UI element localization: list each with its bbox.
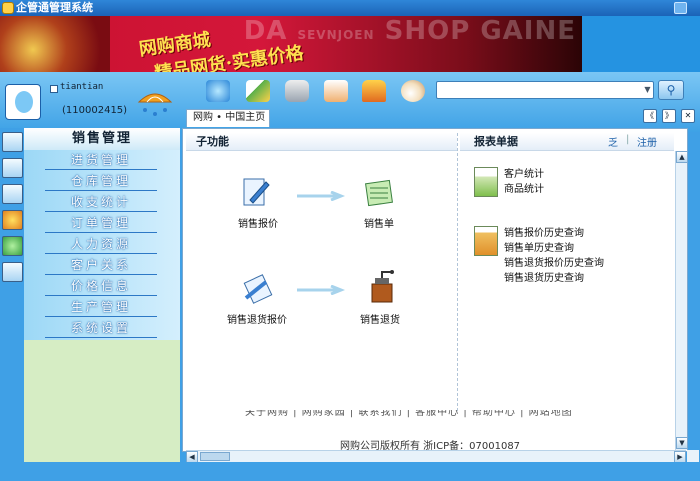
status-checkbox[interactable]: [50, 85, 58, 93]
sidebar-item-hr[interactable]: 人力资源: [45, 235, 157, 254]
copy-icon[interactable]: [2, 184, 23, 204]
minimize-button[interactable]: [674, 2, 687, 14]
search-button[interactable]: ⚲: [658, 80, 684, 100]
prev-button[interactable]: 《: [643, 109, 657, 123]
camera-icon[interactable]: [285, 80, 309, 102]
report-quote-history[interactable]: 销售报价历史查询: [504, 224, 584, 239]
sidebar-item-crm[interactable]: 客户关系: [45, 256, 157, 275]
link-separator: |: [626, 134, 630, 145]
magnifier-icon: ⚲: [666, 83, 676, 97]
sidebar-item-prices[interactable]: 价格信息: [45, 277, 157, 296]
radiation-icon[interactable]: [2, 210, 23, 230]
fn-label-return-quote[interactable]: 销售退货报价: [227, 311, 287, 326]
sidebar-item-purchase[interactable]: 进货管理: [45, 151, 157, 170]
user-name: tiantian: [60, 82, 104, 92]
edit-icon[interactable]: [2, 132, 23, 152]
window-title: 企管通管理系统: [16, 1, 93, 14]
umbrella-icon: [135, 86, 175, 120]
globe-icon[interactable]: [206, 80, 230, 102]
arrow-right-icon: [297, 285, 346, 295]
return-quote-icon[interactable]: [242, 272, 274, 304]
status-bar: [0, 462, 700, 481]
search-input[interactable]: [436, 81, 654, 99]
banner-image: 网购商城 精品网货·实惠价格 DA SEVNJOEN SHOP GAINE: [0, 16, 582, 72]
sidebar-item-warehouse[interactable]: 仓库管理: [45, 172, 157, 191]
report-chart-icon: [474, 167, 498, 197]
vertical-scrollbar[interactable]: ▲ ▼: [675, 151, 688, 450]
scroll-thumb[interactable]: [200, 452, 230, 461]
shirt-icon[interactable]: [362, 80, 386, 102]
arrow-right-icon: [297, 191, 346, 201]
report-customer-stats[interactable]: 客户统计: [504, 165, 544, 180]
sidebar-item-orders[interactable]: 订单管理: [45, 214, 157, 233]
report-history-icon: [474, 226, 498, 256]
functions-header: 子功能: [186, 133, 457, 151]
sidebar-item-production[interactable]: 生产管理: [45, 298, 157, 317]
close-tab-button[interactable]: ✕: [681, 109, 695, 123]
banner-filler: [582, 16, 700, 72]
report-return-quote-history[interactable]: 销售退货报价历史查询: [504, 254, 604, 269]
app-window: 企管通管理系统 网购商城 精品网货·实惠价格 DA SEVNJOEN SHOP G…: [0, 0, 700, 481]
email-icon[interactable]: [2, 236, 23, 256]
title-bar: 企管通管理系统: [0, 0, 700, 16]
report-sales-history[interactable]: 销售单历史查询: [504, 239, 574, 254]
menu-header[interactable]: 销售管理: [24, 128, 180, 150]
fn-label-sales-return[interactable]: 销售退货: [360, 311, 400, 326]
register-link[interactable]: 注册: [637, 134, 657, 149]
pen-icon[interactable]: [246, 80, 270, 102]
teacup-icon[interactable]: [401, 80, 425, 102]
report-return-history[interactable]: 销售退货历史查询: [504, 269, 584, 284]
fn-label-sales-quote[interactable]: 销售报价: [238, 215, 278, 230]
app-icon: [2, 2, 14, 14]
sidebar-item-finance[interactable]: 收支统计: [45, 193, 157, 212]
report-product-stats[interactable]: 商品统计: [504, 180, 544, 195]
banner-overlay-text: DA SEVNJOEN SHOP GAINE: [243, 16, 576, 46]
scroll-up-button[interactable]: ▲: [676, 151, 688, 163]
avatar[interactable]: [5, 84, 41, 120]
sidebar-item-settings[interactable]: 系统设置: [45, 319, 157, 338]
quote-doc-icon[interactable]: [240, 176, 272, 208]
panel-divider: [457, 133, 458, 411]
sidebar-menu: 销售管理 进货管理 仓库管理 收支统计 订单管理 人力资源 客户关系 价格信息 …: [24, 128, 180, 468]
scroll-down-button[interactable]: ▼: [676, 437, 688, 449]
user-id: (110002415): [62, 105, 128, 116]
footer-links[interactable]: 关于网购 | 网购家园 | 联系我们 | 客服中心 | 帮助中心 | 网站地图: [245, 410, 573, 418]
left-icon-strip: [0, 128, 24, 481]
next-button[interactable]: 》: [662, 109, 676, 123]
partial-link[interactable]: 乏: [608, 134, 618, 149]
tab-home[interactable]: 网购 • 中国主页: [186, 109, 270, 127]
grinder-icon[interactable]: [366, 270, 398, 303]
horizontal-scrollbar[interactable]: ◀ ▶: [186, 450, 686, 463]
chevron-down-icon[interactable]: ▼: [642, 82, 653, 98]
sales-sheet-icon[interactable]: [364, 176, 396, 208]
resize-grip[interactable]: [687, 450, 699, 462]
fn-label-sales-sheet[interactable]: 销售单: [364, 215, 394, 230]
folder-icon[interactable]: [2, 262, 23, 282]
printer-icon[interactable]: [324, 80, 348, 102]
contacts-icon[interactable]: [2, 158, 23, 178]
banner-ornament: [0, 16, 110, 72]
